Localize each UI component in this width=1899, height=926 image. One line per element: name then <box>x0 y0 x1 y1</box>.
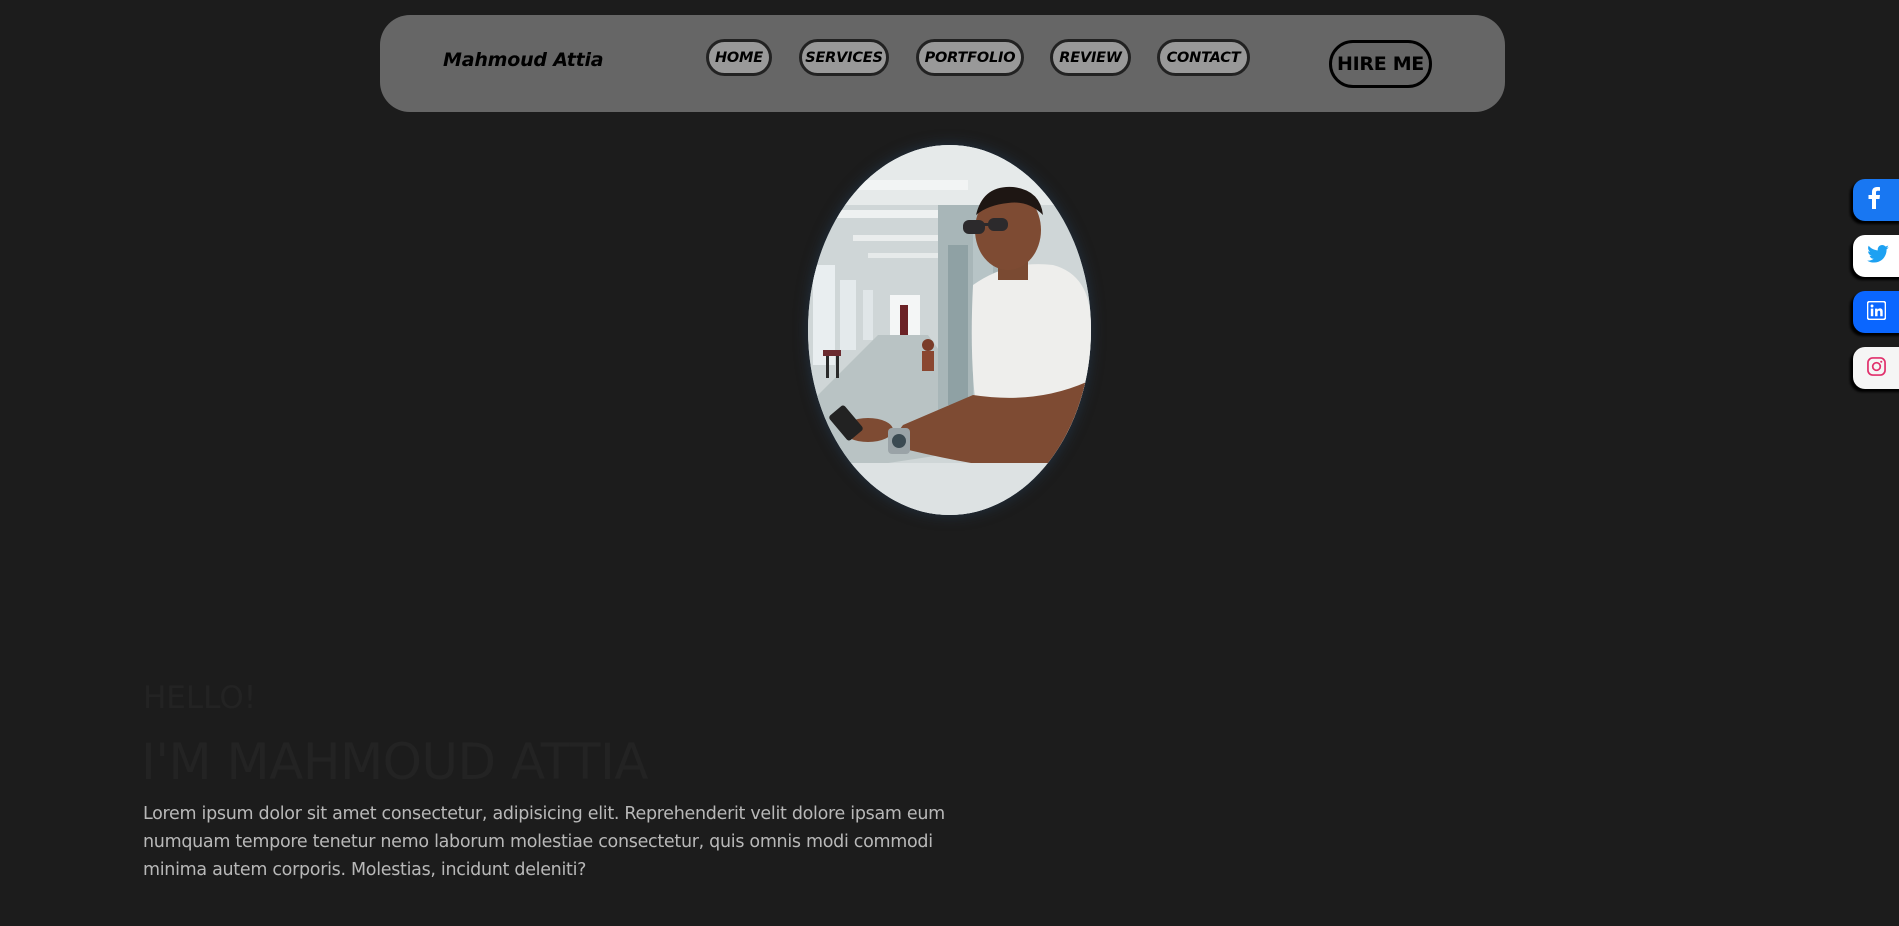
hero-greeting: HELLO! <box>143 680 257 716</box>
brand-logo[interactable]: Mahmoud Attia <box>443 49 604 71</box>
linkedin-link[interactable] <box>1853 291 1899 333</box>
hire-me-button[interactable]: HIRE ME <box>1329 40 1432 88</box>
profile-photo <box>808 145 1091 515</box>
facebook-icon <box>1867 187 1881 213</box>
instagram-link[interactable] <box>1853 347 1899 389</box>
hero-intro-text: Lorem ipsum dolor sit amet consectetur, … <box>143 804 945 880</box>
linkedin-icon <box>1866 300 1887 324</box>
nav-item-services[interactable]: SERVICES <box>799 39 889 76</box>
nav-item-portfolio[interactable]: PORTFOLIO <box>916 39 1024 76</box>
nav-item-home[interactable]: HOME <box>706 39 772 76</box>
instagram-icon <box>1867 356 1886 380</box>
nav-item-review[interactable]: REVIEW <box>1050 39 1131 76</box>
twitter-icon <box>1867 245 1889 267</box>
hero-headline: I'M MAHMOUD ATTIA <box>141 733 648 791</box>
facebook-link[interactable] <box>1853 179 1899 221</box>
nav-item-contact[interactable]: CONTACT <box>1157 39 1250 76</box>
navbar: Mahmoud Attia HOME SERVICES PORTFOLIO RE… <box>380 15 1505 112</box>
twitter-link[interactable] <box>1853 235 1899 277</box>
